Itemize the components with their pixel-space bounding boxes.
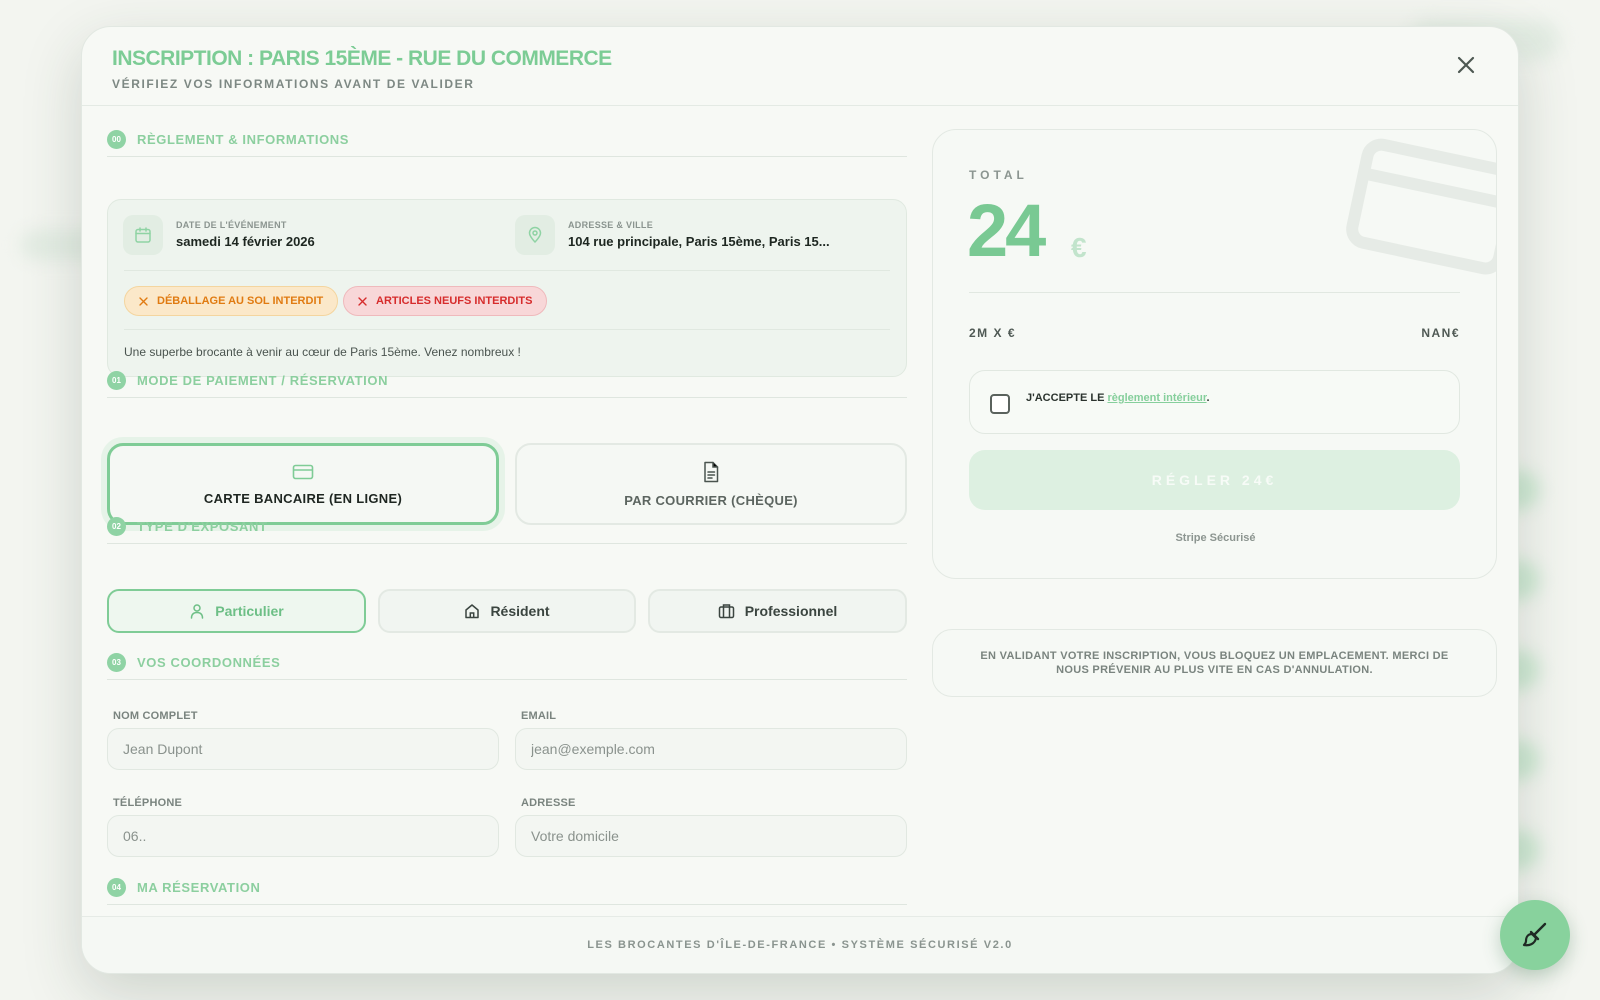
exhibitor-particulier-label: Particulier bbox=[215, 603, 284, 619]
section-contact-header: 03 VOS COORDONNÉES bbox=[107, 650, 907, 680]
address-value: 104 rue principale, Paris 15ème, Paris 1… bbox=[568, 234, 830, 249]
badge-no-ground-unpacking: DÉBALLAGE AU SOL INTERDIT bbox=[124, 286, 339, 316]
exhibitor-professionnel-label: Professionnel bbox=[744, 603, 838, 619]
close-button[interactable] bbox=[1454, 53, 1478, 77]
briefcase-icon bbox=[718, 604, 734, 619]
secure-payment-text: Stripe Sécurisé bbox=[1175, 532, 1256, 544]
map-pin-icon bbox=[528, 226, 542, 244]
rules-link[interactable]: règlement intérieur bbox=[1107, 392, 1206, 404]
total-currency: € bbox=[1071, 232, 1087, 263]
location-icon-box bbox=[515, 215, 555, 255]
phone-input[interactable] bbox=[107, 815, 499, 857]
section-rules-header: 00 RÈGLEMENT & INFORMATIONS bbox=[107, 127, 907, 157]
cancellation-notice: EN VALIDANT VOTRE INSCRIPTION, VOUS BLOQ… bbox=[932, 629, 1497, 697]
badge-text: ARTICLES NEUFS INTERDITS bbox=[376, 295, 533, 307]
accept-suffix: . bbox=[1206, 392, 1210, 404]
divider bbox=[969, 292, 1460, 293]
close-icon bbox=[1457, 56, 1475, 74]
exhibitor-particulier-option[interactable]: Particulier bbox=[107, 589, 366, 633]
badge-no-new-items: ARTICLES NEUFS INTERDITS bbox=[343, 286, 548, 316]
payment-card-label: CARTE BANCAIRE (EN LIGNE) bbox=[203, 490, 403, 506]
email-input[interactable] bbox=[515, 728, 907, 770]
price-breakdown-label: 2M X € bbox=[969, 326, 1017, 340]
section-number: 01 bbox=[107, 371, 126, 390]
exhibitor-resident-label: Résident bbox=[490, 603, 550, 619]
divider bbox=[124, 270, 890, 271]
calendar-icon-box bbox=[123, 215, 163, 255]
x-icon bbox=[139, 296, 148, 306]
price-breakdown-value: NAN€ bbox=[1421, 326, 1460, 340]
email-label: EMAIL bbox=[521, 710, 557, 722]
calendar-icon bbox=[135, 227, 151, 243]
accept-rules-box: J'ACCEPTE LE règlement intérieur. bbox=[969, 370, 1460, 434]
exhibitor-professionnel-option[interactable]: Professionnel bbox=[648, 589, 907, 633]
user-icon bbox=[191, 604, 204, 619]
section-label: TYPE D'EXPOSANT bbox=[137, 519, 268, 534]
home-icon bbox=[465, 604, 480, 619]
theme-brush-button[interactable] bbox=[1500, 900, 1570, 970]
section-reservation-header: 04 MA RÉSERVATION bbox=[107, 875, 907, 905]
name-label: NOM COMPLET bbox=[113, 710, 198, 722]
event-description: Une superbe brocante à venir au cœur de … bbox=[124, 345, 521, 359]
modal-title: INSCRIPTION : PARIS 15ÈME - RUE DU COMME… bbox=[112, 47, 612, 70]
x-icon bbox=[358, 296, 367, 306]
section-number: 02 bbox=[107, 517, 126, 536]
section-exhibitor-header: 02 TYPE D'EXPOSANT bbox=[107, 514, 907, 544]
payment-mail-option[interactable]: PAR COURRIER (CHÈQUE) bbox=[515, 443, 907, 525]
payment-card-option[interactable]: CARTE BANCAIRE (EN LIGNE) bbox=[107, 443, 499, 525]
name-input[interactable] bbox=[107, 728, 499, 770]
payment-mail-label: PAR COURRIER (CHÈQUE) bbox=[624, 492, 798, 508]
credit-card-watermark-icon bbox=[1346, 138, 1496, 275]
section-number: 00 bbox=[107, 130, 126, 149]
address-field-label: ADRESSE bbox=[521, 797, 576, 809]
credit-card-icon bbox=[292, 464, 314, 479]
paintbrush-icon bbox=[1522, 922, 1547, 947]
document-icon bbox=[704, 461, 719, 482]
date-value: samedi 14 février 2026 bbox=[176, 234, 315, 249]
date-label: DATE DE L'ÉVÉNEMENT bbox=[176, 220, 287, 230]
phone-label: TÉLÉPHONE bbox=[113, 797, 183, 809]
section-payment-header: 01 MODE DE PAIEMENT / RÉSERVATION bbox=[107, 368, 907, 398]
section-label: RÈGLEMENT & INFORMATIONS bbox=[137, 132, 350, 147]
section-number: 03 bbox=[107, 653, 126, 672]
modal-subtitle: VÉRIFIEZ VOS INFORMATIONS AVANT DE VALID… bbox=[112, 77, 475, 91]
modal-header: INSCRIPTION : PARIS 15ÈME - RUE DU COMME… bbox=[82, 27, 1518, 106]
modal-footer: LES BROCANTES D'ÎLE-DE-FRANCE • SYSTÈME … bbox=[82, 916, 1518, 973]
section-number: 04 bbox=[107, 878, 126, 897]
section-label: MODE DE PAIEMENT / RÉSERVATION bbox=[137, 373, 389, 388]
total-card: TOTAL 24 € 2M X € NAN€ J'ACCEPTE LE règl… bbox=[932, 129, 1497, 579]
badge-text: DÉBALLAGE AU SOL INTERDIT bbox=[157, 295, 324, 307]
total-amount: 24 bbox=[967, 189, 1046, 272]
accept-rules-checkbox[interactable] bbox=[990, 394, 1010, 414]
accept-prefix: J'ACCEPTE LE bbox=[1026, 392, 1105, 404]
total-label: TOTAL bbox=[969, 168, 1028, 182]
address-label: ADRESSE & VILLE bbox=[568, 220, 654, 230]
accept-rules-text: J'ACCEPTE LE règlement intérieur. bbox=[1026, 392, 1210, 404]
registration-modal: INSCRIPTION : PARIS 15ÈME - RUE DU COMME… bbox=[81, 26, 1519, 974]
exhibitor-resident-option[interactable]: Résident bbox=[378, 589, 636, 633]
section-label: VOS COORDONNÉES bbox=[137, 655, 281, 670]
event-info-card: DATE DE L'ÉVÉNEMENT samedi 14 février 20… bbox=[107, 199, 907, 377]
pay-button[interactable]: RÉGLER 24€ bbox=[969, 450, 1460, 510]
section-label: MA RÉSERVATION bbox=[137, 880, 261, 895]
address-input[interactable] bbox=[515, 815, 907, 857]
divider bbox=[124, 329, 890, 330]
